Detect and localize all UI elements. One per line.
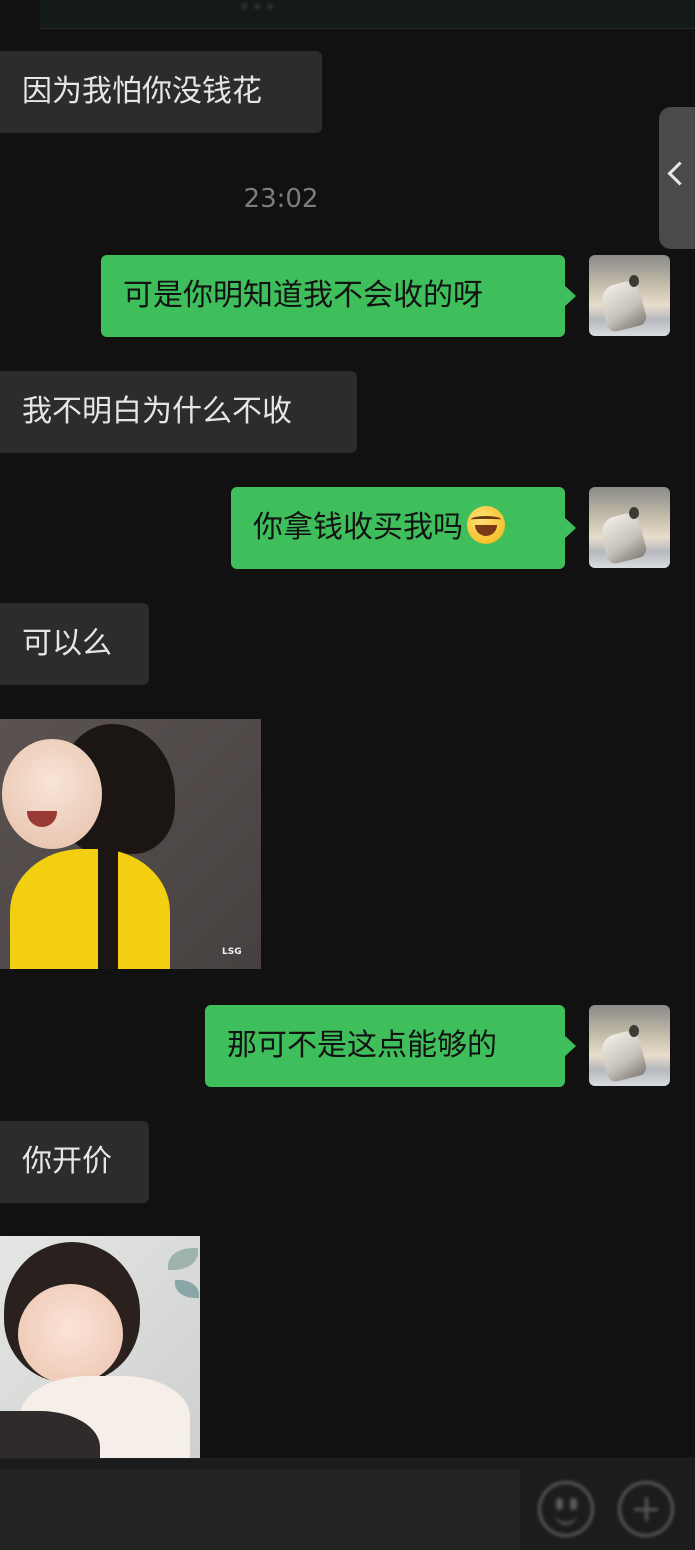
- avatar-figure: [598, 278, 648, 334]
- chevron-left-icon: [667, 161, 692, 186]
- icon-eye: [570, 1498, 577, 1510]
- message-text: 因为我怕你没钱花: [22, 74, 262, 109]
- sticker-face: [2, 739, 102, 849]
- avatar-head: [629, 1025, 639, 1037]
- outgoing-message-bubble[interactable]: 那可不是这点能够的: [205, 1005, 576, 1087]
- sticker-watermark: LSG: [222, 947, 242, 957]
- icon-stroke: [645, 1497, 648, 1521]
- incoming-message-bubble[interactable]: 因为我怕你没钱花: [0, 51, 322, 133]
- incoming-message-bubble[interactable]: 你开价: [0, 1121, 149, 1203]
- avatar-head: [629, 507, 639, 519]
- message-text: 我不明白为什么不收: [22, 394, 292, 429]
- user-avatar[interactable]: [589, 1005, 670, 1086]
- incoming-message-bubble[interactable]: 可以么: [0, 603, 149, 685]
- previous-message-text: ···: [240, 0, 279, 23]
- avatar-figure: [598, 1028, 648, 1084]
- avatar-figure: [598, 510, 648, 566]
- message-text: 可是你明知道我不会收的呀: [123, 278, 483, 313]
- message-input[interactable]: [0, 1469, 520, 1550]
- chat-screen: ··· 因为我怕你没钱花 23:02 可是你明知道我不会收的呀 我不明白为什么不…: [0, 0, 695, 1550]
- outgoing-message-bubble[interactable]: 可是你明知道我不会收的呀: [101, 255, 576, 337]
- sticker-face: [18, 1284, 123, 1391]
- outgoing-message-bubble[interactable]: 你拿钱收买我吗: [231, 487, 576, 569]
- tears-of-joy-emoji-icon: [467, 506, 505, 544]
- avatar-head: [629, 275, 639, 287]
- message-text: 你拿钱收买我吗: [253, 510, 463, 545]
- previous-message-strip: ···: [40, 0, 695, 29]
- side-panel-handle[interactable]: [659, 107, 695, 249]
- chat-input-bar: [0, 1458, 695, 1550]
- user-avatar[interactable]: [589, 255, 670, 336]
- sticker-body: [10, 849, 170, 969]
- sticker-braid: [98, 829, 118, 969]
- message-text: 你开价: [22, 1144, 112, 1179]
- incoming-message-bubble[interactable]: 我不明白为什么不收: [0, 371, 357, 453]
- user-avatar[interactable]: [589, 487, 670, 568]
- plus-circle-icon[interactable]: [618, 1481, 674, 1537]
- message-timestamp: 23:02: [243, 184, 319, 214]
- sticker-mouth: [27, 811, 57, 827]
- sticker-leaf: [168, 1248, 198, 1270]
- icon-mouth: [555, 1514, 577, 1525]
- icon-eye: [556, 1498, 563, 1510]
- toddler-girl-sticker[interactable]: [0, 1236, 200, 1458]
- smiley-face-icon[interactable]: [538, 1481, 594, 1537]
- sticker-leaf: [175, 1280, 199, 1298]
- message-text: 可以么: [22, 626, 112, 661]
- message-text: 那可不是这点能够的: [227, 1028, 497, 1063]
- laughing-girl-sticker[interactable]: LSG: [0, 719, 261, 969]
